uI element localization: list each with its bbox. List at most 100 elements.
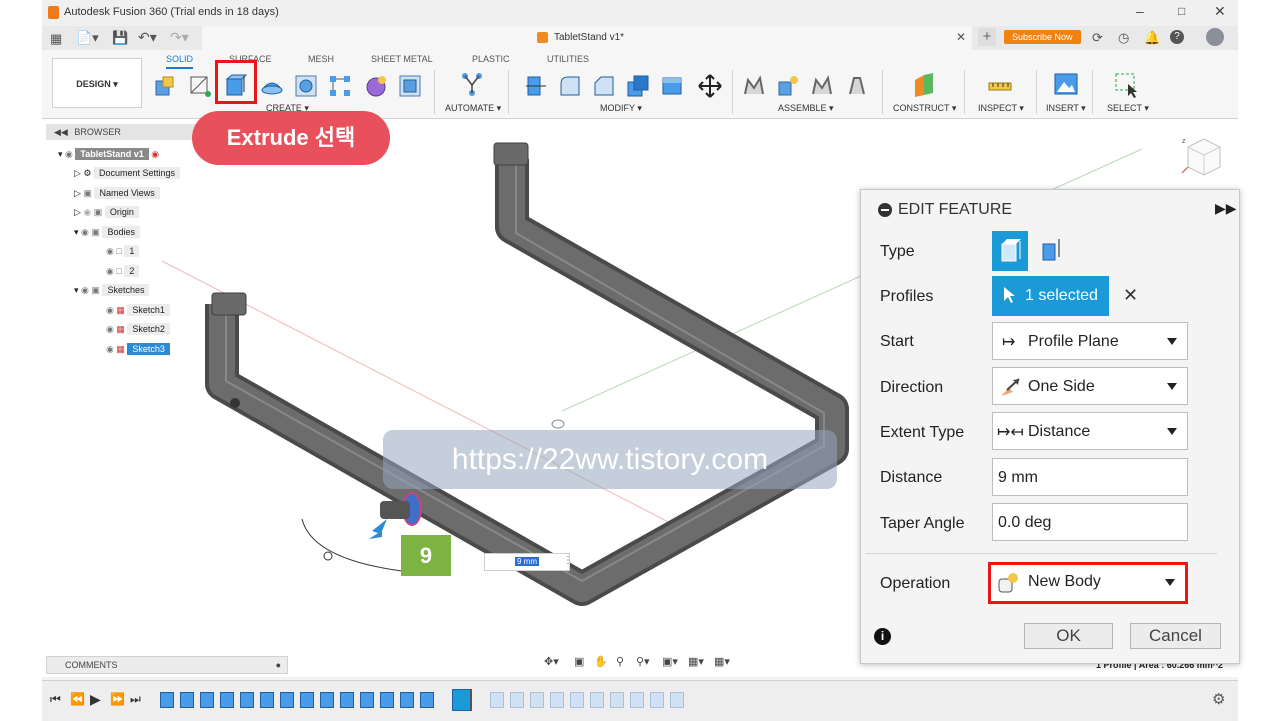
type-extrude-button[interactable]: [992, 231, 1028, 271]
timeline-feature-icon-suppressed[interactable]: [510, 692, 524, 708]
browser-item-origin[interactable]: ▷ ◉ ▣ Origin: [74, 204, 139, 221]
subscribe-button[interactable]: Subscribe Now: [1004, 30, 1081, 44]
as-built-joint-icon[interactable]: [810, 74, 834, 98]
collapse-icon[interactable]: ◀◀: [46, 127, 68, 137]
create-sketch-icon[interactable]: [188, 74, 212, 98]
eye-icon[interactable]: ◉: [106, 344, 114, 354]
timeline-marker[interactable]: [470, 689, 472, 711]
eye-icon[interactable]: ◉: [81, 285, 89, 295]
fillet-icon[interactable]: [558, 74, 582, 98]
timeline-feature-icon[interactable]: [280, 692, 294, 708]
inspect-group-label[interactable]: INSPECT ▾: [978, 103, 1024, 114]
grid-menu-icon[interactable]: ▦: [50, 31, 62, 47]
taper-handle[interactable]: [323, 551, 333, 561]
distance-field[interactable]: 9 mm: [992, 458, 1188, 496]
eye-icon[interactable]: ◉: [81, 227, 89, 237]
distance-value[interactable]: 9 mm: [998, 469, 1038, 487]
eye-icon[interactable]: ◉: [106, 266, 114, 276]
model-body[interactable]: [205, 142, 849, 606]
close-tab-icon[interactable]: ✕: [956, 30, 966, 44]
maximize-button[interactable]: □: [1178, 4, 1185, 18]
add-comment-icon[interactable]: ●: [276, 657, 281, 673]
distance-input-menu-icon[interactable]: ⋮: [563, 555, 573, 566]
browser-item-body-2[interactable]: ◉ □ 2: [106, 263, 140, 280]
tab-solid[interactable]: SOLID: [166, 54, 194, 69]
joint-icon[interactable]: [742, 74, 766, 98]
offset-plane-icon[interactable]: [912, 72, 936, 97]
comments-panel[interactable]: COMMENTS ●: [46, 656, 288, 674]
browser-item-sketch3[interactable]: ◉ ▦ Sketch3: [106, 341, 170, 358]
insert-image-icon[interactable]: [1054, 72, 1078, 96]
pan-icon[interactable]: ✋: [594, 655, 608, 668]
assemble-group-label[interactable]: ASSEMBLE ▾: [778, 103, 834, 114]
notifications-icon[interactable]: 🔔: [1144, 30, 1160, 46]
extent-type-select[interactable]: ↦↤ Distance: [992, 412, 1188, 450]
fit-icon[interactable]: ⚲▾: [636, 655, 650, 668]
browser-item-root[interactable]: ▾ ◉ TabletStand v1 ◉: [58, 146, 159, 163]
eye-hidden-icon[interactable]: ◉: [83, 207, 91, 217]
save-icon[interactable]: 💾: [112, 30, 128, 46]
clear-selection-icon[interactable]: ✕: [1123, 285, 1138, 306]
move-icon[interactable]: [698, 74, 722, 98]
timeline-feature-icon-suppressed[interactable]: [530, 692, 544, 708]
browser-item-bodies[interactable]: ▾ ◉ ▣ Bodies: [74, 224, 140, 241]
select-icon[interactable]: [1114, 72, 1138, 98]
timeline-feature-icon[interactable]: [380, 692, 394, 708]
select-group-label[interactable]: SELECT ▾: [1107, 103, 1149, 114]
step-back-icon[interactable]: ⏪: [70, 692, 85, 706]
form-icon[interactable]: [364, 74, 388, 98]
press-pull-icon[interactable]: [524, 74, 548, 98]
new-component-icon[interactable]: [154, 74, 178, 98]
help-icon[interactable]: ?: [1170, 30, 1184, 44]
distance-input-value[interactable]: 9 mm: [515, 557, 539, 566]
profiles-selector[interactable]: 1 selected: [992, 276, 1109, 316]
view-cube[interactable]: z: [1182, 133, 1226, 183]
tab-utilities[interactable]: UTILITIES: [547, 54, 589, 64]
minimize-button[interactable]: –: [1136, 3, 1144, 19]
timeline-feature-icon[interactable]: [400, 692, 414, 708]
timeline-feature-icon-suppressed[interactable]: [550, 692, 564, 708]
taper-angle-field[interactable]: 0.0 deg: [992, 503, 1188, 541]
timeline-feature-icon-suppressed[interactable]: [670, 692, 684, 708]
go-to-end-icon[interactable]: ⏭: [130, 692, 141, 707]
eye-icon[interactable]: ◉: [106, 305, 114, 315]
timeline-feature-icon[interactable]: [240, 692, 254, 708]
automate-group-label[interactable]: AUTOMATE ▾: [445, 103, 501, 114]
timeline-feature-icon[interactable]: [340, 692, 354, 708]
undo-icon[interactable]: ↶▾: [138, 29, 157, 46]
insert-group-label[interactable]: INSERT ▾: [1046, 103, 1086, 114]
info-icon[interactable]: i: [874, 628, 891, 645]
workspace-switcher[interactable]: DESIGN ▾: [52, 58, 142, 108]
timeline-feature-icon[interactable]: [220, 692, 234, 708]
timeline-feature-icon[interactable]: [260, 692, 274, 708]
distance-input-box[interactable]: 9 mm ⋮: [484, 553, 573, 571]
user-avatar[interactable]: [1206, 28, 1224, 46]
combine-icon[interactable]: [660, 74, 684, 98]
start-select[interactable]: ↦ Profile Plane: [992, 322, 1188, 360]
tab-mesh[interactable]: MESH: [308, 54, 334, 64]
tab-sheet-metal[interactable]: SHEET METAL: [371, 54, 433, 64]
eye-icon[interactable]: ◉: [65, 149, 73, 159]
pattern-icon[interactable]: [328, 74, 352, 98]
timeline-feature-icon[interactable]: [160, 692, 174, 708]
extensions-icon[interactable]: ⟳: [1092, 30, 1103, 46]
box-icon[interactable]: [398, 74, 422, 98]
timeline-feature-icon[interactable]: [360, 692, 374, 708]
timeline-feature-icon[interactable]: [300, 692, 314, 708]
timeline-feature-icon[interactable]: [180, 692, 194, 708]
timeline-feature-icon[interactable]: [420, 692, 434, 708]
display-settings-icon[interactable]: ▣▾: [662, 655, 678, 668]
chamfer-icon[interactable]: [592, 74, 616, 98]
new-tab-button[interactable]: +: [978, 28, 996, 46]
timeline-feature-icon[interactable]: [200, 692, 214, 708]
timeline-feature-icon-suppressed[interactable]: [650, 692, 664, 708]
construct-group-label[interactable]: CONSTRUCT ▾: [893, 103, 956, 114]
browser-item-sketch1[interactable]: ◉ ▦ Sketch1: [106, 302, 170, 319]
cancel-button[interactable]: Cancel: [1130, 623, 1221, 649]
step-forward-icon[interactable]: ⏩: [110, 692, 125, 706]
browser-item-body-1[interactable]: ◉ □ 1: [106, 243, 140, 260]
automate-icon[interactable]: [460, 72, 484, 96]
grid-settings-icon[interactable]: ▦▾: [688, 655, 704, 668]
ok-button[interactable]: OK: [1024, 623, 1113, 649]
browser-item-sketches[interactable]: ▾ ◉ ▣ Sketches: [74, 282, 150, 299]
